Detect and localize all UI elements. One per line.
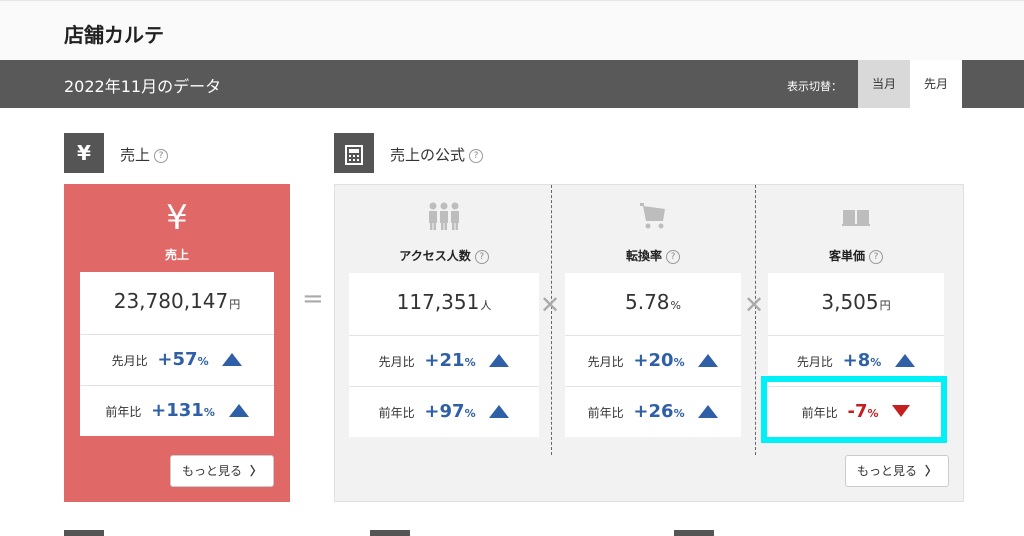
- section-icon-stub: [674, 530, 714, 536]
- calculator-icon: [334, 133, 374, 173]
- up-arrow-icon: [895, 354, 916, 367]
- period-label: 2022年11月のデータ: [64, 77, 222, 96]
- unit-price-mom-value: +8: [842, 350, 871, 371]
- column-divider: [551, 185, 552, 455]
- page-title: 店舗カルテ: [64, 23, 164, 47]
- help-icon[interactable]: ?: [666, 249, 680, 264]
- book-icon: [768, 201, 944, 235]
- up-arrow-icon: [489, 354, 510, 367]
- sales-section-title: 売上: [120, 146, 151, 164]
- tab-current-month[interactable]: 当月: [858, 60, 910, 108]
- equals-sign: =: [302, 284, 324, 314]
- help-icon[interactable]: ?: [154, 148, 169, 163]
- access-yoy-row: 前年比 +97%: [349, 386, 539, 437]
- people-icon: [349, 201, 539, 235]
- yen-icon: ¥: [64, 133, 104, 173]
- access-mom-value: +21: [424, 350, 465, 371]
- conversion-value: 5.78%: [625, 290, 681, 314]
- access-mom-row: 先月比 +21%: [349, 335, 539, 386]
- up-arrow-icon: [222, 353, 243, 366]
- access-count-label: アクセス人数?: [349, 247, 539, 264]
- help-icon[interactable]: ?: [474, 249, 489, 264]
- access-yoy-value: +97: [424, 401, 465, 422]
- help-icon[interactable]: ?: [469, 148, 484, 163]
- section-icon-stub: [370, 530, 410, 536]
- conversion-mom-row: 先月比 +20%: [565, 335, 741, 386]
- sales-yoy-row: 前年比 +131%: [80, 385, 274, 436]
- store-karte-page: 店舗カルテ 2022年11月のデータ 表示切替： 当月 先月 ¥ 売上? 売上の…: [0, 0, 1024, 536]
- formula-section-title: 売上の公式: [390, 146, 466, 164]
- display-switch-label: 表示切替：: [787, 80, 842, 93]
- conversion-yoy-row: 前年比 +26%: [565, 386, 741, 437]
- tab-previous-month[interactable]: 先月: [910, 60, 962, 108]
- formula-panel: アクセス人数? 117,351人 先月比 +21% 前年比 +97% ✕ 転換率…: [334, 184, 964, 502]
- sales-yoy-value: +131: [151, 400, 204, 421]
- sales-metric-box: 23,780,147円 先月比 +57% 前年比 +131%: [80, 272, 274, 436]
- formula-more-button[interactable]: もっと見る〉: [845, 455, 949, 487]
- sales-more-button[interactable]: もっと見る〉: [170, 455, 274, 487]
- unit-price-value: 3,505円: [821, 290, 891, 314]
- access-value: 117,351人: [396, 290, 492, 314]
- access-metric-box: 117,351人 先月比 +21% 前年比 +97%: [349, 273, 539, 437]
- unit-price-label: 客単価?: [768, 247, 944, 264]
- multiply-sign: ✕: [744, 291, 765, 319]
- yen-icon: ¥: [166, 198, 188, 238]
- cart-icon: [565, 201, 741, 235]
- chevron-right-icon: 〉: [250, 464, 263, 478]
- up-arrow-icon: [489, 405, 510, 418]
- sales-mom-row: 先月比 +57%: [80, 334, 274, 385]
- chevron-right-icon: 〉: [925, 464, 938, 478]
- up-arrow-icon: [228, 404, 249, 417]
- conversion-rate-label: 転換率?: [565, 247, 741, 264]
- sales-card-label: 売上: [164, 248, 189, 262]
- sales-value: 23,780,147円: [113, 289, 241, 313]
- sales-card: ¥ 売上 23,780,147円 先月比 +57% 前年比 +131% もっと見…: [64, 184, 290, 502]
- up-arrow-icon: [698, 354, 719, 367]
- conversion-yoy-value: +26: [633, 401, 674, 422]
- highlight-box: [761, 376, 947, 443]
- multiply-sign: ✕: [540, 291, 561, 319]
- section-icon-stub: [64, 530, 104, 536]
- conversion-mom-value: +20: [633, 350, 674, 371]
- page-header: 店舗カルテ: [0, 0, 1024, 60]
- sales-mom-value: +57: [157, 349, 198, 370]
- up-arrow-icon: [698, 405, 719, 418]
- column-divider: [755, 185, 756, 455]
- conversion-metric-box: 5.78% 先月比 +20% 前年比 +26%: [565, 273, 741, 437]
- help-icon[interactable]: ?: [869, 249, 883, 264]
